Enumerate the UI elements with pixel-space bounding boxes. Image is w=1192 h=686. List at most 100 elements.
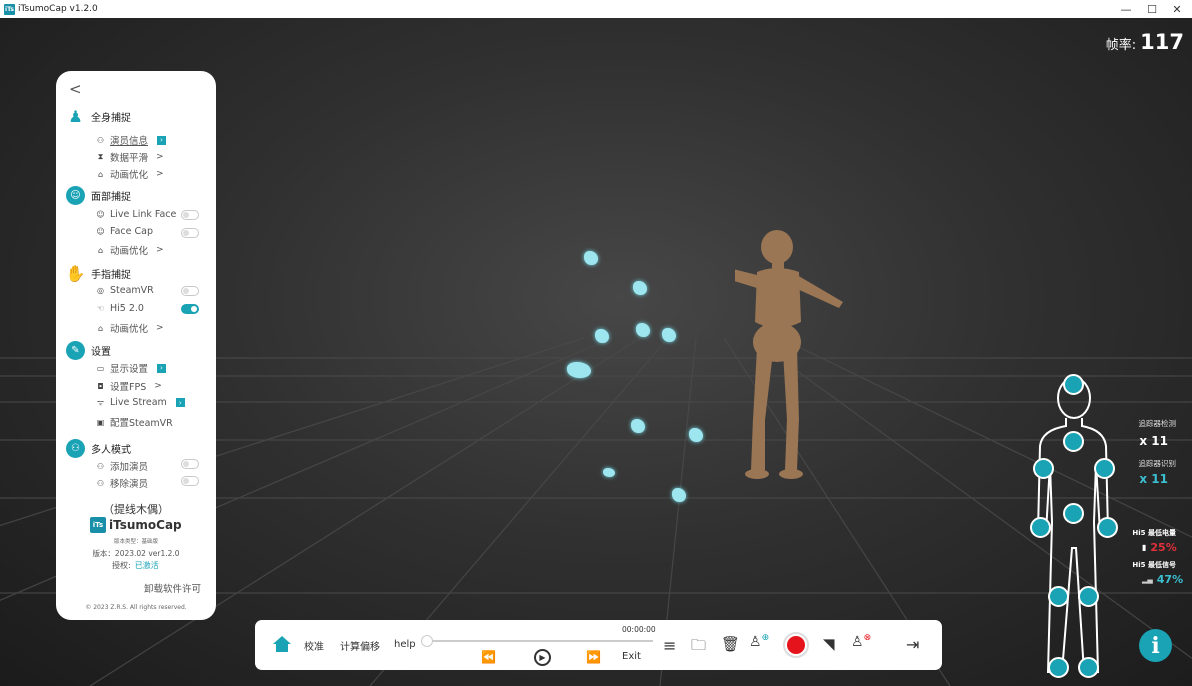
tracker-recognize-label: 追踪器识别: [1138, 459, 1177, 468]
tracker-pelvis-dot[interactable]: [1063, 503, 1084, 524]
tracker-left-arm-dot[interactable]: [1033, 458, 1054, 479]
hi5-toggle[interactable]: [181, 304, 199, 314]
section-face[interactable]: ☺ 面部捕捉: [66, 186, 131, 205]
menu-label: 配置SteamVR: [110, 418, 173, 429]
tracker-left-hand-dot[interactable]: [1030, 517, 1051, 538]
tracker-marker: [689, 428, 703, 442]
section-finger[interactable]: ✋ 手指捕捉: [66, 264, 131, 283]
tracker-marker: [603, 468, 615, 477]
live-link-face-toggle[interactable]: [181, 210, 199, 220]
tracker-head-dot[interactable]: [1063, 374, 1084, 395]
rewind-icon[interactable]: ⏪: [481, 650, 496, 664]
wrench-icon: ✎: [66, 341, 85, 360]
menu-label: Live Stream: [110, 397, 167, 408]
hi5-signal-label: Hi5 最低信号: [1132, 561, 1176, 569]
menu-add-actor[interactable]: ⚇ 添加演员: [96, 459, 149, 474]
tracker-marker: [595, 329, 609, 343]
menu-label: 设置FPS: [110, 382, 147, 393]
menu-label: 添加演员: [110, 462, 149, 473]
tracker-left-foot-dot[interactable]: [1048, 657, 1069, 678]
menu-label: Live Link Face: [110, 209, 177, 220]
menu-label: SteamVR: [110, 285, 154, 296]
menu-set-fps[interactable]: ◘ 设置FPS >: [96, 379, 161, 393]
hi5-signal-value: 47%: [1156, 573, 1184, 586]
tracker-chest-dot[interactable]: [1063, 431, 1084, 452]
home-icon[interactable]: [271, 633, 293, 655]
brand-row: iTs iTsumoCap: [90, 517, 182, 533]
menu-data-smoothing[interactable]: ⧗ 数据平滑 >: [96, 150, 164, 164]
menu-actor-info[interactable]: ⚇ 演员信息 ›: [96, 133, 167, 147]
menu-finger-anim-optimize[interactable]: ⌂ 动画优化 >: [96, 321, 164, 335]
tracker-marker: [633, 281, 647, 295]
menu-hi5[interactable]: ☜ Hi5 2.0: [96, 303, 144, 314]
chevron-left-icon[interactable]: <: [69, 80, 82, 98]
steamvr-toggle[interactable]: [181, 286, 199, 296]
camera-icon: ◘: [97, 381, 104, 391]
section-settings[interactable]: ✎ 设置: [66, 341, 111, 360]
arrow-box-icon: ›: [157, 135, 167, 145]
exit-button[interactable]: Exit: [622, 651, 641, 662]
menu-remove-actor[interactable]: ⚇ 移除演员: [96, 476, 148, 491]
remove-actor-toggle[interactable]: [181, 476, 199, 486]
playlist-icon[interactable]: ≡: [663, 636, 676, 655]
bottom-toolbar: 校准 计算偏移 help 00:00:00 ⏪ ▶ ⏩ Exit ≡ 🗀 🗑 ♙…: [255, 620, 942, 670]
folder-icon[interactable]: 🗀: [691, 635, 706, 660]
compute-offset-button[interactable]: 计算偏移: [340, 638, 380, 653]
tracker-marker: [672, 488, 686, 502]
steam-icon: ◎: [97, 286, 104, 295]
trash-icon[interactable]: 🗑: [721, 635, 740, 653]
timeline-track[interactable]: [427, 640, 653, 642]
chevron-right-icon: >: [156, 245, 164, 255]
hourglass-icon: ⧗: [97, 152, 104, 161]
fast-forward-icon[interactable]: ⏩: [586, 650, 601, 664]
menu-live-stream[interactable]: ᯤ Live Stream ›: [96, 397, 185, 408]
menu-steamvr[interactable]: ◎ SteamVR: [96, 285, 154, 296]
section-full-body[interactable]: ♟ 全身捕捉: [66, 107, 131, 126]
menu-face-cap[interactable]: ☺ Face Cap: [96, 226, 153, 237]
play-icon[interactable]: ▶: [534, 649, 551, 666]
broadcast-icon[interactable]: ◥: [823, 635, 835, 653]
menu-live-link-face[interactable]: ☺ Live Link Face: [96, 209, 176, 220]
calibrate-button[interactable]: 校准: [304, 638, 324, 653]
section-title: 设置: [91, 347, 111, 358]
title-bar: iTs iTsumoCap v1.2.0 — ☐ ✕: [0, 0, 1192, 18]
record-button[interactable]: [783, 632, 809, 658]
logout-icon[interactable]: ⇥: [906, 635, 919, 654]
face-cap-toggle[interactable]: [181, 228, 199, 238]
smile-icon: ☺: [96, 227, 105, 236]
tracker-marker: [631, 419, 645, 433]
remove-actor-icon[interactable]: ♙ ⊗: [851, 633, 871, 650]
arrow-box-icon: ›: [175, 398, 185, 407]
tracker-right-hand-dot[interactable]: [1097, 517, 1118, 538]
add-actor-icon[interactable]: ♙ ⊕: [749, 633, 769, 650]
tracker-marker: [636, 323, 650, 337]
tracker-right-arm-dot[interactable]: [1094, 458, 1115, 479]
help-button[interactable]: help: [394, 639, 416, 650]
section-multiplayer[interactable]: ⚇ 多人模式: [66, 439, 131, 458]
tracker-left-knee-dot[interactable]: [1048, 586, 1069, 607]
smile-icon: ☺: [96, 210, 105, 219]
user-icon: ⚇: [96, 135, 105, 145]
chevron-right-icon: >: [156, 152, 164, 162]
side-panel: < ♟ 全身捕捉 ⚇ 演员信息 › ⧗ 数据平滑 > ⌂ 动画优化 > ☺ 面部…: [56, 71, 216, 620]
signal-icon: ▂▄: [1142, 575, 1153, 584]
tracker-right-foot-dot[interactable]: [1078, 657, 1099, 678]
menu-label: 显示设置: [110, 364, 149, 375]
tracker-right-knee-dot[interactable]: [1078, 586, 1099, 607]
menu-anim-optimize[interactable]: ⌂ 动画优化 >: [96, 167, 164, 181]
menu-label: 动画优化: [110, 324, 149, 335]
uninstall-license-link[interactable]: 卸载软件许可: [144, 581, 201, 595]
menu-label: Face Cap: [110, 226, 153, 237]
add-actor-toggle[interactable]: [181, 459, 199, 469]
menu-config-steamvr[interactable]: ▣ 配置SteamVR: [96, 415, 173, 430]
info-icon[interactable]: i: [1139, 629, 1172, 662]
tracker-marker: [584, 251, 598, 265]
menu-face-anim-optimize[interactable]: ⌂ 动画优化 >: [96, 243, 164, 257]
menu-display-settings[interactable]: ▭ 显示设置 ›: [96, 361, 167, 375]
license-value: 已激活: [134, 561, 159, 570]
timeline-handle[interactable]: [421, 635, 433, 647]
section-title: 面部捕捉: [91, 192, 131, 203]
glove-icon: ☜: [96, 304, 105, 313]
close-icon[interactable]: ✕: [1162, 0, 1192, 18]
menu-label: 动画优化: [110, 246, 149, 257]
